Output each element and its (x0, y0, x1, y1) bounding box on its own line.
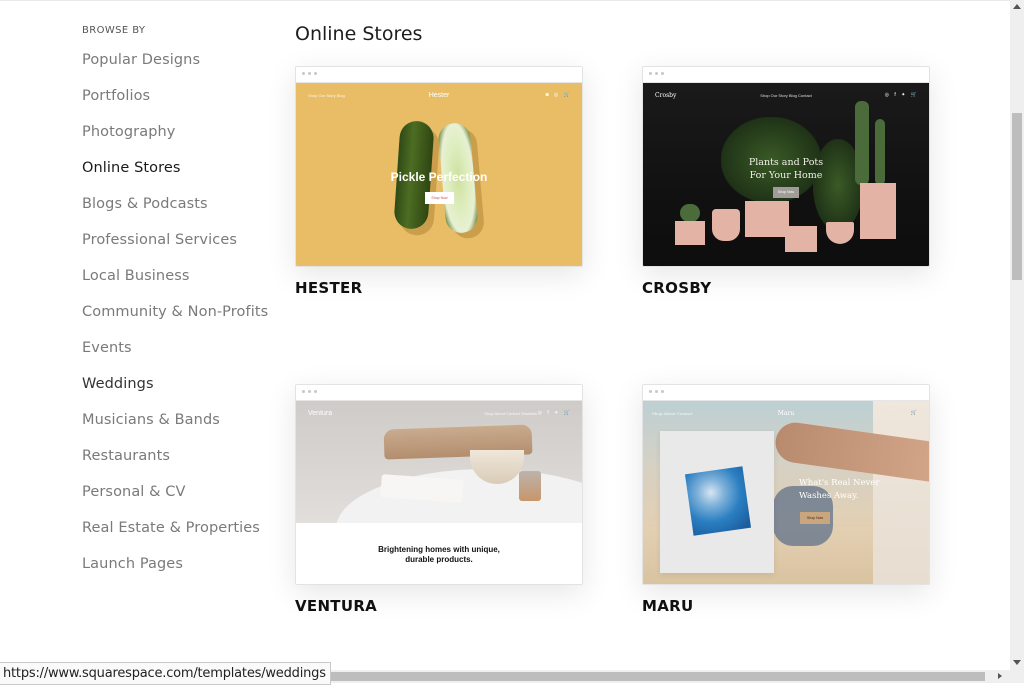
sidebar-item-restaurants[interactable]: Restaurants (82, 448, 170, 464)
top-divider (0, 0, 1010, 1)
template-card-maru[interactable]: Shop About Contact Maru 🛒 What's Real Ne… (642, 384, 930, 615)
browser-bar (643, 385, 929, 401)
tagline-section: Brightening homes with unique, durable p… (296, 523, 582, 584)
sidebar-item-local-business[interactable]: Local Business (82, 268, 190, 284)
preview-logo: Ventura (308, 410, 333, 417)
sidebar-item-online-stores[interactable]: Online Stores (82, 160, 181, 176)
preview-image: Crosby Shop Our Story Blog Contact ◎ f ✦… (643, 83, 929, 266)
template-card-crosby[interactable]: Crosby Shop Our Story Blog Contact ◎ f ✦… (642, 66, 930, 297)
preview-hero-text: Plants and Pots For Your Home (643, 156, 929, 182)
template-preview[interactable]: Shop About Contact Maru 🛒 What's Real Ne… (642, 384, 930, 585)
scrollbar-corner (1010, 670, 1024, 683)
window-dots-icon (302, 72, 317, 75)
tagline-line-1: Brightening homes with unique, (378, 545, 500, 554)
hero-line-1: Plants and Pots (748, 157, 824, 168)
browse-by-heading: BROWSE BY (82, 25, 146, 36)
tagline-line-2: durable products. (405, 555, 473, 564)
scroll-right-arrow-icon[interactable] (998, 673, 1002, 679)
preview-image: Ventura Shop About Contact Stockists ◎ f… (296, 401, 582, 584)
sidebar-item-portfolios[interactable]: Portfolios (82, 88, 150, 104)
hero-line-2: Washes Away. (799, 491, 859, 501)
preview-social-icons: ◎ f ✦ 🛒 (537, 410, 572, 416)
template-name[interactable]: VENTURA (295, 597, 581, 615)
preview-cart-icons: ◙ ◎ 🛒 (545, 92, 572, 98)
sidebar-item-photography[interactable]: Photography (82, 124, 176, 140)
pot-image (826, 222, 854, 244)
window-dots-icon (302, 390, 317, 393)
sidebar-item-weddings[interactable]: Weddings (82, 376, 154, 392)
cup-image (519, 471, 541, 501)
sidebar-item-musicians-bands[interactable]: Musicians & Bands (82, 412, 220, 428)
window-dots-icon (649, 72, 664, 75)
towel-image (684, 466, 752, 536)
section-title: Online Stores (295, 23, 423, 45)
template-name[interactable]: CROSBY (642, 279, 928, 297)
hero-line-1: What's Real Never (799, 478, 880, 488)
sidebar-item-popular-designs[interactable]: Popular Designs (82, 52, 200, 68)
preview-logo: Hester (428, 92, 450, 99)
preview-image: Shop Our Story Blog Hester ◙ ◎ 🛒 Pickle … (296, 83, 582, 266)
page: BROWSE BY Popular Designs Portfolios Pho… (0, 0, 1010, 670)
vertical-scrollbar[interactable] (1010, 0, 1024, 670)
preview-tagline: Brightening homes with unique, durable p… (296, 545, 582, 565)
preview-cart-icon: 🛒 (910, 410, 919, 416)
preview-social-icons: ◎ f ✦ 🛒 (884, 92, 919, 98)
sidebar-item-community-non-profits[interactable]: Community & Non-Profits (82, 304, 268, 320)
pot-image (675, 221, 705, 245)
vertical-scroll-thumb[interactable] (1012, 113, 1022, 280)
template-name[interactable]: HESTER (295, 279, 581, 297)
pot-image (745, 201, 789, 237)
preview-image: Shop About Contact Maru 🛒 What's Real Ne… (643, 401, 929, 584)
sidebar-item-professional-services[interactable]: Professional Services (82, 232, 237, 248)
pot-image (712, 209, 740, 241)
cactus-image (680, 204, 700, 222)
sidebar-item-launch-pages[interactable]: Launch Pages (82, 556, 183, 572)
preview-shop-button: Shop Now (425, 192, 454, 204)
sidebar-item-blogs-podcasts[interactable]: Blogs & Podcasts (82, 196, 208, 212)
pot-image (785, 226, 817, 252)
template-name[interactable]: MARU (642, 597, 928, 615)
browser-bar (296, 385, 582, 401)
hero-line-2: For Your Home (749, 170, 823, 181)
preview-shop-button: Shop Now (800, 512, 830, 524)
pot-image (860, 183, 896, 239)
template-card-ventura[interactable]: Ventura Shop About Contact Stockists ◎ f… (295, 384, 583, 615)
status-bar-url: https://www.squarespace.com/templates/we… (0, 662, 331, 685)
preview-logo: Maru (777, 410, 795, 417)
template-preview[interactable]: Crosby Shop Our Story Blog Contact ◎ f ✦… (642, 66, 930, 267)
window-dots-icon (649, 390, 664, 393)
template-preview[interactable]: Shop Our Story Blog Hester ◙ ◎ 🛒 Pickle … (295, 66, 583, 267)
preview-nav: Shop About Contact Stockists (484, 411, 537, 416)
template-preview[interactable]: Ventura Shop About Contact Stockists ◎ f… (295, 384, 583, 585)
shirt-image (873, 401, 929, 584)
preview-hero-text: What's Real Never Washes Away. (799, 477, 879, 503)
sidebar-item-real-estate-properties[interactable]: Real Estate & Properties (82, 520, 260, 536)
preview-hero-text: Pickle Perfection (390, 170, 488, 184)
scroll-up-arrow-icon[interactable] (1013, 4, 1021, 9)
browser-bar (643, 67, 929, 83)
template-card-hester[interactable]: Shop Our Story Blog Hester ◙ ◎ 🛒 Pickle … (295, 66, 583, 297)
preview-shop-button: Shop Now (773, 187, 799, 198)
hero-photo: Ventura Shop About Contact Stockists ◎ f… (296, 401, 582, 523)
browser-bar (296, 67, 582, 83)
scroll-down-arrow-icon[interactable] (1013, 660, 1021, 665)
sidebar-item-personal-cv[interactable]: Personal & CV (82, 484, 186, 500)
sidebar-item-events[interactable]: Events (82, 340, 132, 356)
